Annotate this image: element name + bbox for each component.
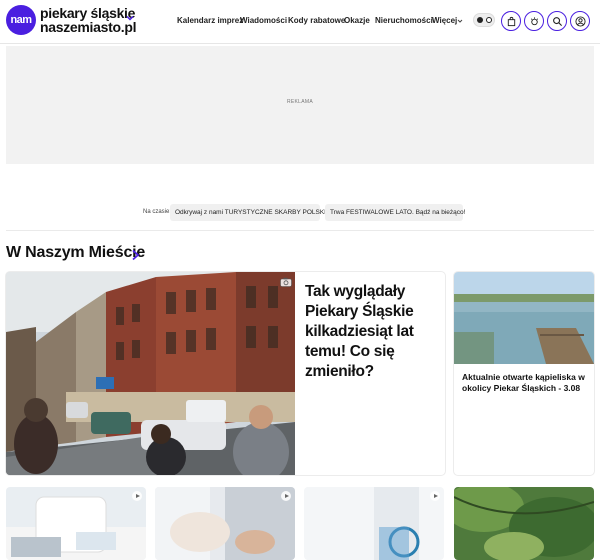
nav-item-kalendarz[interactable]: Kalendarz imprez <box>177 16 243 25</box>
chevron-down-icon <box>457 19 463 23</box>
nav-item-nieruchomosci[interactable]: Nieruchomości <box>375 16 433 25</box>
ad-label: REKLAMA <box>287 99 313 105</box>
chevron-down-icon[interactable] <box>125 13 135 23</box>
dark-mode-icon <box>477 17 483 23</box>
search-icon <box>552 16 562 26</box>
featured-article[interactable]: Tak wyglądały Piekary Śląskie kilkadzies… <box>6 272 445 475</box>
article-image[interactable] <box>454 272 594 364</box>
play-icon <box>281 491 291 501</box>
nav-item-wiecej[interactable]: Więcej <box>432 16 457 25</box>
weather-icon <box>530 16 538 25</box>
section-title[interactable]: W Naszym Mieście <box>6 244 145 262</box>
article-thumbnail[interactable] <box>6 487 146 560</box>
featured-article-title[interactable]: Tak wyglądały Piekary Śląskie kilkadzies… <box>305 282 441 382</box>
play-icon <box>132 491 142 501</box>
article-thumbnail[interactable] <box>155 487 295 560</box>
bag-icon <box>507 16 515 26</box>
trending-bar: Na czasie: Odkrywaj z nami TURYSTYCZNE S… <box>0 204 600 222</box>
theme-toggle[interactable] <box>473 13 495 27</box>
chevron-right-icon[interactable] <box>131 249 140 261</box>
nav-item-okazje[interactable]: Okazje <box>344 16 370 25</box>
weather-button[interactable] <box>524 11 544 31</box>
user-icon <box>574 15 586 27</box>
trending-item[interactable]: Trwa FESTIWALOWE LATO. Bądź na bieżąco! <box>325 204 465 221</box>
logo-text[interactable]: piekary śląskie naszemiasto.pl <box>40 6 136 34</box>
shop-button[interactable] <box>501 11 521 31</box>
ad-banner[interactable]: REKLAMA <box>6 46 594 164</box>
search-button[interactable] <box>547 11 567 31</box>
camera-icon <box>280 277 292 287</box>
logo-badge[interactable]: nam <box>6 5 36 35</box>
trending-item[interactable]: Odkrywaj z nami TURYSTYCZNE SKARBY POLSK… <box>170 204 326 221</box>
divider <box>6 230 594 231</box>
article-thumbnail[interactable] <box>454 487 594 560</box>
site-header: nam piekary śląskie naszemiasto.pl Kalen… <box>0 0 600 44</box>
nav-item-kody[interactable]: Kody rabatowe <box>288 16 345 25</box>
logo-line-1: piekary śląskie <box>40 5 136 21</box>
light-mode-icon <box>486 17 492 23</box>
logo-line-2: naszemiasto.pl <box>40 19 137 35</box>
article-thumbnail[interactable] <box>304 487 444 560</box>
nav-item-wiadomosci[interactable]: Wiadomości <box>240 16 287 25</box>
article-title[interactable]: Aktualnie otwarte kąpieliska w okolicy P… <box>462 372 588 394</box>
account-button[interactable] <box>570 11 590 31</box>
featured-article-image[interactable] <box>6 272 295 475</box>
article-card[interactable]: Aktualnie otwarte kąpieliska w okolicy P… <box>454 272 594 475</box>
trending-label: Na czasie: <box>143 209 172 215</box>
play-icon <box>430 491 440 501</box>
